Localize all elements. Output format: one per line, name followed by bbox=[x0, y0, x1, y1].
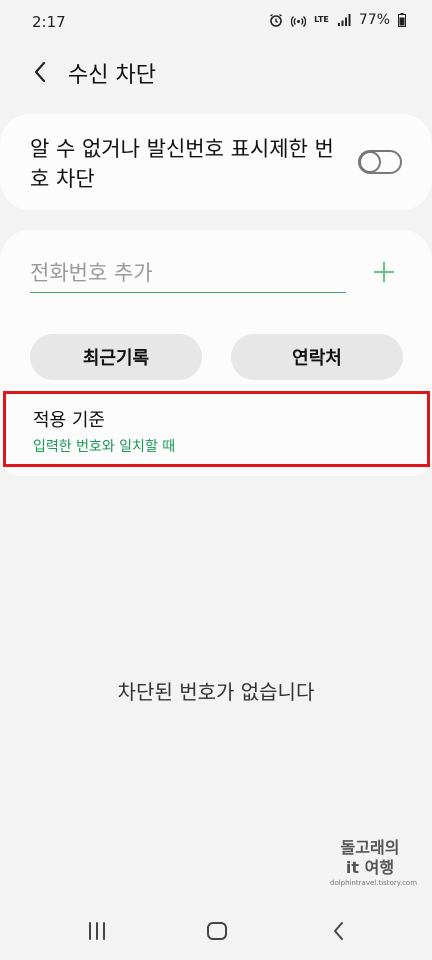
phone-number-input[interactable] bbox=[30, 254, 346, 293]
hotspot-icon bbox=[291, 13, 307, 28]
block-unknown-toggle[interactable] bbox=[358, 150, 402, 174]
back-arrow-icon bbox=[334, 922, 343, 940]
alarm-icon bbox=[269, 13, 283, 27]
watermark-url: dolphintravel.tistory.com bbox=[330, 879, 418, 887]
recents-button[interactable] bbox=[84, 918, 110, 944]
watermark-line1: 돌고래의 bbox=[340, 838, 400, 857]
navigation-bar bbox=[0, 908, 432, 954]
battery-level: 77% bbox=[358, 12, 390, 28]
block-unknown-card[interactable]: 알 수 없거나 발신번호 표시제한 번호 차단 bbox=[0, 114, 432, 210]
chevron-left-icon bbox=[34, 61, 46, 83]
signal-icon bbox=[337, 13, 351, 27]
lte-icon: LTE bbox=[314, 15, 329, 24]
watermark: 돌고래의 it 여행 dolphintravel.tistory.com bbox=[330, 838, 418, 888]
criteria-title: 적용 기준 bbox=[33, 410, 105, 431]
block-unknown-label: 알 수 없거나 발신번호 표시제한 번호 차단 bbox=[30, 137, 334, 191]
match-criteria-row[interactable]: 적용 기준 입력한 번호와 일치할 때 bbox=[3, 391, 430, 467]
empty-state-message: 차단된 번호가 없습니다 bbox=[117, 680, 315, 704]
contacts-button[interactable]: 연락처 bbox=[231, 334, 403, 380]
page-title: 수신 차단 bbox=[68, 63, 156, 88]
criteria-value: 입력한 번호와 일치할 때 bbox=[33, 439, 176, 455]
home-icon bbox=[207, 922, 227, 940]
toggle-knob bbox=[359, 151, 381, 173]
add-number-button[interactable] bbox=[370, 258, 398, 286]
status-bar: 2:17 LTE 77% bbox=[0, 0, 432, 44]
home-button[interactable] bbox=[204, 918, 230, 944]
recents-icon bbox=[89, 922, 105, 940]
status-time: 2:17 bbox=[32, 13, 66, 31]
back-button[interactable] bbox=[24, 56, 56, 88]
nav-back-button[interactable] bbox=[326, 918, 352, 944]
header: 수신 차단 bbox=[0, 50, 432, 94]
status-icons: LTE 77% bbox=[269, 12, 406, 28]
plus-icon bbox=[373, 261, 395, 283]
recent-calls-button[interactable]: 최근기록 bbox=[30, 334, 202, 380]
watermark-line2: it 여행 bbox=[345, 858, 395, 877]
battery-icon bbox=[398, 13, 406, 27]
